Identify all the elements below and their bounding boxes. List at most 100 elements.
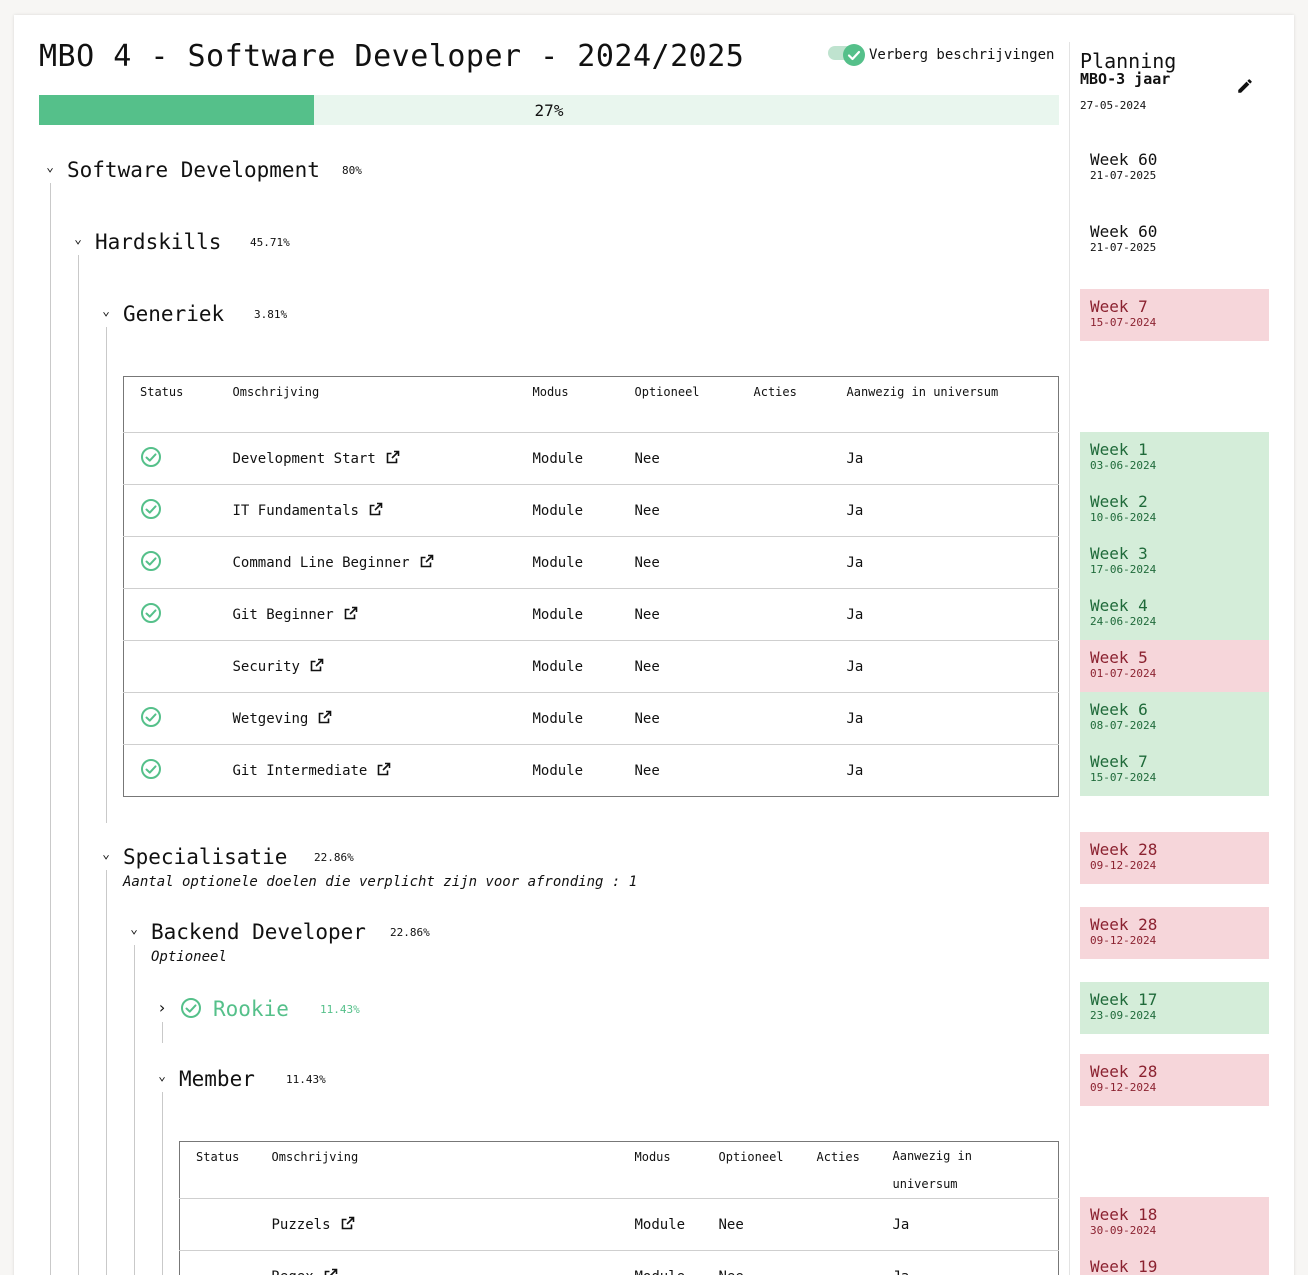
- planning-week[interactable]: Week 17 23-09-2024: [1080, 982, 1269, 1034]
- goal-name-text: Command Line Beginner: [232, 555, 410, 571]
- goal-optioneel: Nee: [618, 640, 738, 693]
- planning-week[interactable]: Week 5 01-07-2024: [1080, 640, 1269, 692]
- table-row: Security Module Nee Ja: [123, 640, 1059, 693]
- toggle-label: Verberg beschrijvingen: [869, 47, 1055, 63]
- tree-line: [106, 870, 107, 1275]
- week-label: Week 1: [1090, 440, 1148, 459]
- col-omschrijving: Omschrijving: [271, 1150, 359, 1164]
- goal-name: Puzzels: [255, 1198, 619, 1251]
- check-circle-icon: [140, 706, 162, 732]
- tree-line: [106, 327, 107, 823]
- node-specialisatie[interactable]: Specialisatie: [123, 845, 287, 869]
- chevron-down-icon[interactable]: ⌄: [127, 922, 141, 937]
- node-percentage: 22.86%: [314, 851, 354, 864]
- chevron-down-icon[interactable]: ⌄: [99, 304, 113, 319]
- planning-week[interactable]: Week 7 15-07-2024: [1080, 744, 1269, 796]
- goal-optioneel: Nee: [618, 588, 738, 641]
- goal-aanwezig: Ja: [876, 1198, 1059, 1251]
- planning-week[interactable]: Week 2 10-06-2024: [1080, 484, 1269, 536]
- goal-name: Wetgeving: [216, 692, 517, 745]
- tree-line: [50, 183, 51, 1275]
- planning-week[interactable]: Week 28 09-12-2024: [1080, 907, 1269, 959]
- goal-optioneel: Nee: [618, 744, 738, 797]
- goal-aanwezig: Ja: [830, 432, 1059, 485]
- goal-modus: Module: [516, 744, 619, 797]
- status-cell: [123, 640, 217, 693]
- check-circle-icon: [140, 498, 162, 524]
- planning-week[interactable]: Week 6 08-07-2024: [1080, 692, 1269, 744]
- hide-descriptions-toggle[interactable]: [843, 44, 865, 66]
- planning-week[interactable]: Week 1 03-06-2024: [1080, 432, 1269, 484]
- week-date: 23-09-2024: [1090, 1009, 1157, 1022]
- planning-week[interactable]: Week 28 09-12-2024: [1080, 1054, 1269, 1106]
- external-link-icon[interactable]: [334, 606, 358, 623]
- goal-optioneel: Nee: [702, 1250, 801, 1275]
- chevron-right-icon[interactable]: ›: [155, 998, 169, 1017]
- external-link-icon[interactable]: [314, 1268, 338, 1275]
- planning-week[interactable]: Week 18 30-09-2024: [1080, 1197, 1269, 1249]
- external-link-icon[interactable]: [359, 502, 383, 519]
- node-rookie[interactable]: Rookie: [213, 997, 289, 1021]
- goal-name-text: Regex: [272, 1269, 314, 1275]
- goal-optioneel: Nee: [702, 1198, 801, 1251]
- check-circle-icon: [180, 997, 202, 1019]
- col-aanwezig-line1: Aanwezig in: [892, 1149, 972, 1163]
- week-label: Week 18: [1090, 1205, 1158, 1224]
- external-link-icon[interactable]: [308, 710, 332, 727]
- planning-subtitle: MBO-3 jaar: [1080, 70, 1171, 88]
- status-cell: [123, 588, 217, 641]
- edit-icon[interactable]: [1236, 77, 1254, 95]
- week-label: Week 7: [1090, 297, 1148, 316]
- week-date: 21-07-2025: [1090, 169, 1157, 182]
- node-software-development[interactable]: Software Development: [67, 158, 320, 182]
- goal-acties: [737, 484, 831, 537]
- table-row: Git Beginner Module Nee Ja: [123, 588, 1059, 641]
- planning-week[interactable]: Week 60 21-07-2025: [1080, 214, 1269, 266]
- node-backend-developer[interactable]: Backend Developer: [151, 920, 366, 944]
- node-member[interactable]: Member: [179, 1067, 255, 1091]
- goal-acties: [800, 1250, 877, 1275]
- week-label: Week 28: [1090, 915, 1158, 934]
- goal-modus: Module: [516, 588, 619, 641]
- external-link-icon[interactable]: [300, 658, 324, 675]
- col-omschrijving: Omschrijving: [232, 385, 320, 399]
- chevron-down-icon[interactable]: ⌄: [71, 232, 85, 247]
- col-aanwezig: Aanwezig in universum: [877, 1142, 1059, 1199]
- goal-name: Git Intermediate: [216, 744, 517, 797]
- check-circle-icon: [140, 446, 162, 472]
- goal-modus: Module: [618, 1198, 703, 1251]
- chevron-down-icon[interactable]: ⌄: [43, 160, 57, 175]
- goal-name: Security: [216, 640, 517, 693]
- external-link-icon[interactable]: [331, 1216, 355, 1233]
- week-date: 17-06-2024: [1090, 563, 1157, 576]
- chevron-down-icon[interactable]: ⌄: [99, 847, 113, 862]
- status-cell: [123, 744, 217, 797]
- node-hardskills[interactable]: Hardskills: [95, 230, 221, 254]
- goal-name-text: Git Intermediate: [232, 763, 368, 779]
- external-link-icon[interactable]: [410, 554, 434, 571]
- week-label: Week 6: [1090, 700, 1148, 719]
- backend-note: Optioneel: [151, 949, 227, 965]
- planning-week[interactable]: Week 4 24-06-2024: [1080, 588, 1269, 640]
- content-card: MBO 4 - Software Developer - 2024/2025 V…: [14, 15, 1294, 1275]
- week-label: Week 7: [1090, 752, 1148, 771]
- node-generiek[interactable]: Generiek: [123, 302, 224, 326]
- goal-acties: [737, 692, 831, 745]
- week-date: 21-07-2025: [1090, 241, 1157, 254]
- week-date: 09-12-2024: [1090, 1081, 1157, 1094]
- node-percentage: 3.81%: [254, 308, 288, 321]
- planning-week[interactable]: Week 60 21-07-2025: [1080, 142, 1269, 194]
- planning-week[interactable]: Week 1907-10-2024: [1080, 1249, 1269, 1275]
- external-link-icon[interactable]: [376, 450, 400, 467]
- table-row: Command Line Beginner Module Nee Ja: [123, 536, 1059, 589]
- week-date: 24-06-2024: [1090, 615, 1157, 628]
- table-row: Wetgeving Module Nee Ja: [123, 692, 1059, 745]
- planning-week[interactable]: Week 3 17-06-2024: [1080, 536, 1269, 588]
- external-link-icon[interactable]: [367, 762, 391, 779]
- planning-week[interactable]: Week 28 09-12-2024: [1080, 832, 1269, 884]
- goal-name-text: IT Fundamentals: [232, 503, 359, 519]
- goal-modus: Module: [618, 1250, 703, 1275]
- status-cell: [179, 1250, 256, 1275]
- planning-week[interactable]: Week 7 15-07-2024: [1080, 289, 1269, 341]
- chevron-down-icon[interactable]: ⌄: [155, 1069, 169, 1084]
